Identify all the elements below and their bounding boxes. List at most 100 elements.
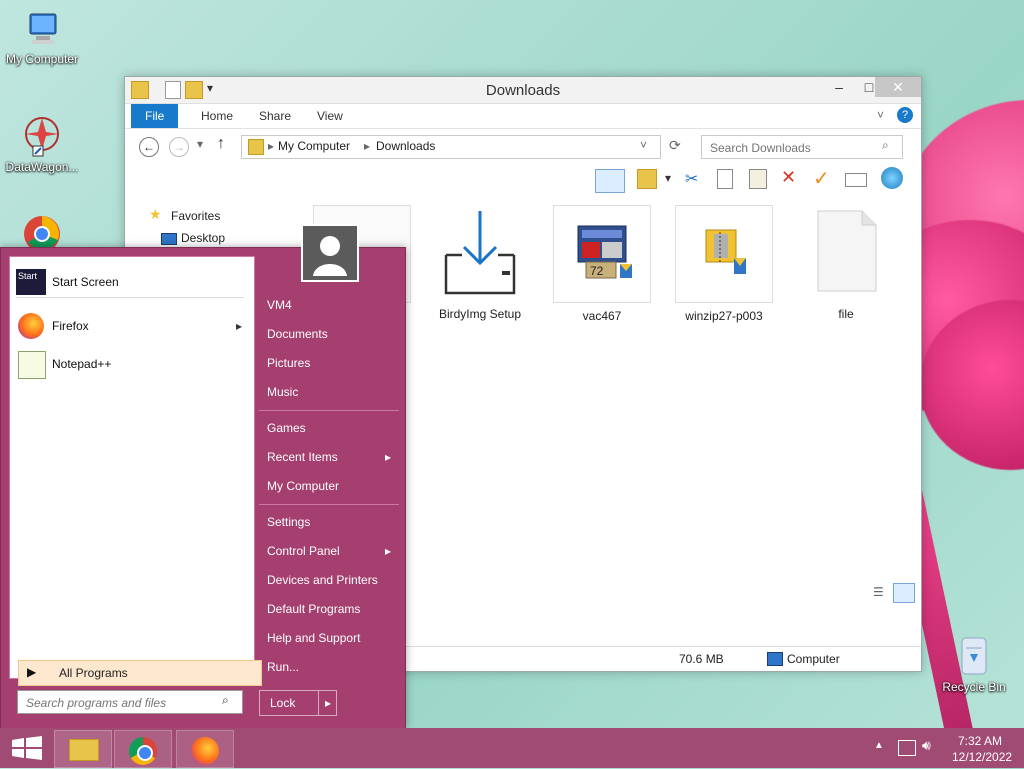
menu-separator (259, 410, 399, 411)
desktop-icon-my-computer[interactable]: My Computer (0, 10, 84, 66)
winzip-icon (675, 205, 773, 303)
breadcrumb-downloads[interactable]: Downloads (376, 139, 435, 153)
clock-time[interactable]: 7:32 AM (958, 734, 1002, 748)
computer-icon (767, 652, 783, 666)
breadcrumb-my-computer[interactable]: My Computer (278, 139, 350, 153)
start-button[interactable] (0, 730, 56, 766)
start-item-label: Firefox (52, 319, 89, 333)
datawagon-icon (19, 112, 65, 158)
copy-icon[interactable] (717, 169, 733, 189)
desktop-icon (161, 233, 177, 245)
tab-view[interactable]: View (303, 104, 357, 128)
chevron-right-icon: ▸ (268, 139, 275, 153)
all-programs-label: All Programs (59, 666, 128, 680)
start-screen-item[interactable]: Start Start Screen (16, 267, 248, 297)
desktop-icon-label: My Computer (5, 52, 79, 66)
large-icons-view-icon[interactable] (893, 583, 915, 603)
avatar[interactable] (301, 224, 359, 282)
lock-options-chevron-icon[interactable]: ▸ (318, 691, 337, 715)
volume-icon[interactable]: 🔊︎ (922, 737, 931, 754)
file-item[interactable]: file (791, 205, 901, 321)
ribbon-expand-icon[interactable]: ˅ (877, 108, 884, 122)
chevron-right-icon: ▸ (364, 139, 371, 153)
tab-file[interactable]: File (131, 104, 179, 128)
firefox-item[interactable]: Firefox ▸ (16, 311, 248, 341)
address-bar[interactable]: ▸ My Computer ▸ Downloads ˅ (241, 135, 661, 159)
start-right-music[interactable]: Music (267, 385, 298, 399)
triangle-right-icon: ▶ (27, 665, 37, 679)
desktop-icon-label: Recycle Bin (942, 680, 1006, 694)
checkmark-icon[interactable]: ✓ (813, 166, 830, 191)
minimize-button[interactable]: – (823, 77, 855, 97)
start-right-my-computer[interactable]: My Computer (267, 479, 339, 493)
desktop-icon-label: DataWagon... (5, 160, 79, 174)
svg-text:72: 72 (590, 264, 604, 278)
paste-icon[interactable] (749, 169, 767, 189)
recent-locations-icon[interactable]: ▾ (197, 137, 203, 151)
start-menu[interactable]: Start Start Screen Firefox ▸ Notepad++ ▶… (0, 224, 406, 730)
lock-label: Lock (270, 696, 296, 710)
start-item-label: Start Screen (52, 275, 119, 289)
taskbar: ▲ 🔊︎ 7:32 AM 12/12/2022 (0, 728, 1024, 768)
forward-button[interactable]: → (169, 137, 189, 157)
cut-icon[interactable]: ✂ (685, 169, 698, 189)
tab-home[interactable]: Home (187, 104, 247, 128)
desktop-icon-recycle-bin[interactable]: Recycle Bin (932, 632, 1016, 694)
all-programs-button[interactable]: ▶ All Programs (18, 660, 262, 686)
start-right-pictures[interactable]: Pictures (267, 356, 310, 370)
rename-icon[interactable] (845, 173, 867, 187)
details-view-icon[interactable]: ☰ (873, 585, 889, 601)
star-icon: ★ (149, 206, 162, 222)
start-right-devices-printers[interactable]: Devices and Printers (267, 573, 378, 587)
close-button[interactable]: ✕ (875, 77, 921, 97)
help-icon[interactable]: ? (897, 107, 913, 123)
chevron-down-icon[interactable]: ▾ (665, 171, 671, 185)
network-icon[interactable] (898, 740, 916, 756)
start-right-settings[interactable]: Settings (267, 515, 310, 529)
toolbar: ▾ ✂ ✕ ✓ (125, 163, 921, 195)
start-right-help-support[interactable]: Help and Support (267, 631, 360, 645)
start-right-vm4[interactable]: VM4 (267, 298, 292, 312)
window-title: Downloads (485, 82, 561, 99)
desktop-icon-datawagon[interactable]: DataWagon... (0, 112, 84, 174)
selected-size: 70.6 MB (679, 652, 724, 666)
refresh-button[interactable]: ⟳ (669, 137, 681, 154)
start-right-run[interactable]: Run... (267, 660, 299, 674)
start-right-games[interactable]: Games (267, 421, 306, 435)
file-item[interactable]: winzip27-p003 (669, 205, 779, 323)
address-dropdown-icon[interactable]: ˅ (640, 138, 647, 152)
folder-options-icon[interactable] (637, 169, 657, 189)
start-right-recent-items[interactable]: Recent Items ▸ (267, 450, 399, 464)
start-search-input[interactable] (24, 693, 214, 713)
delete-icon[interactable]: ✕ (781, 167, 796, 188)
file-item[interactable]: BirdyImg Setup (425, 205, 535, 321)
search-downloads[interactable]: ⌕ (701, 135, 903, 159)
windows-logo-icon (12, 736, 42, 760)
tab-share[interactable]: Share (245, 104, 305, 128)
up-button[interactable]: ↑ (217, 135, 225, 153)
tray-expand-icon[interactable]: ▲ (874, 740, 884, 751)
start-search[interactable]: ⌕ (17, 690, 243, 714)
start-right-default-programs[interactable]: Default Programs (267, 602, 360, 616)
window-titlebar[interactable]: ▾ Downloads – □ ✕ (125, 77, 921, 104)
search-input[interactable] (708, 138, 882, 158)
taskbar-firefox[interactable] (176, 730, 234, 768)
notepadpp-item[interactable]: Notepad++ (16, 349, 248, 379)
start-right-documents[interactable]: Documents (267, 327, 328, 341)
status-location: Computer (787, 652, 840, 666)
start-screen-icon: Start (16, 269, 46, 295)
taskbar-chrome[interactable] (114, 730, 172, 768)
firefox-icon (18, 313, 44, 339)
lock-button[interactable]: Lock ▸ (259, 690, 337, 716)
shell-icon[interactable] (881, 167, 903, 189)
document-icon (798, 205, 894, 301)
taskbar-file-explorer[interactable] (54, 730, 112, 768)
start-right-label: Control Panel (267, 544, 340, 558)
file-item[interactable]: 72 vac467 (547, 205, 657, 323)
start-right-control-panel[interactable]: Control Panel ▸ (267, 544, 399, 558)
preview-pane-button[interactable] (595, 169, 625, 193)
clock-date[interactable]: 12/12/2022 (952, 750, 1012, 764)
firefox-icon (191, 737, 219, 765)
back-button[interactable]: ← (139, 137, 159, 157)
chevron-right-icon: ▸ (236, 319, 243, 333)
